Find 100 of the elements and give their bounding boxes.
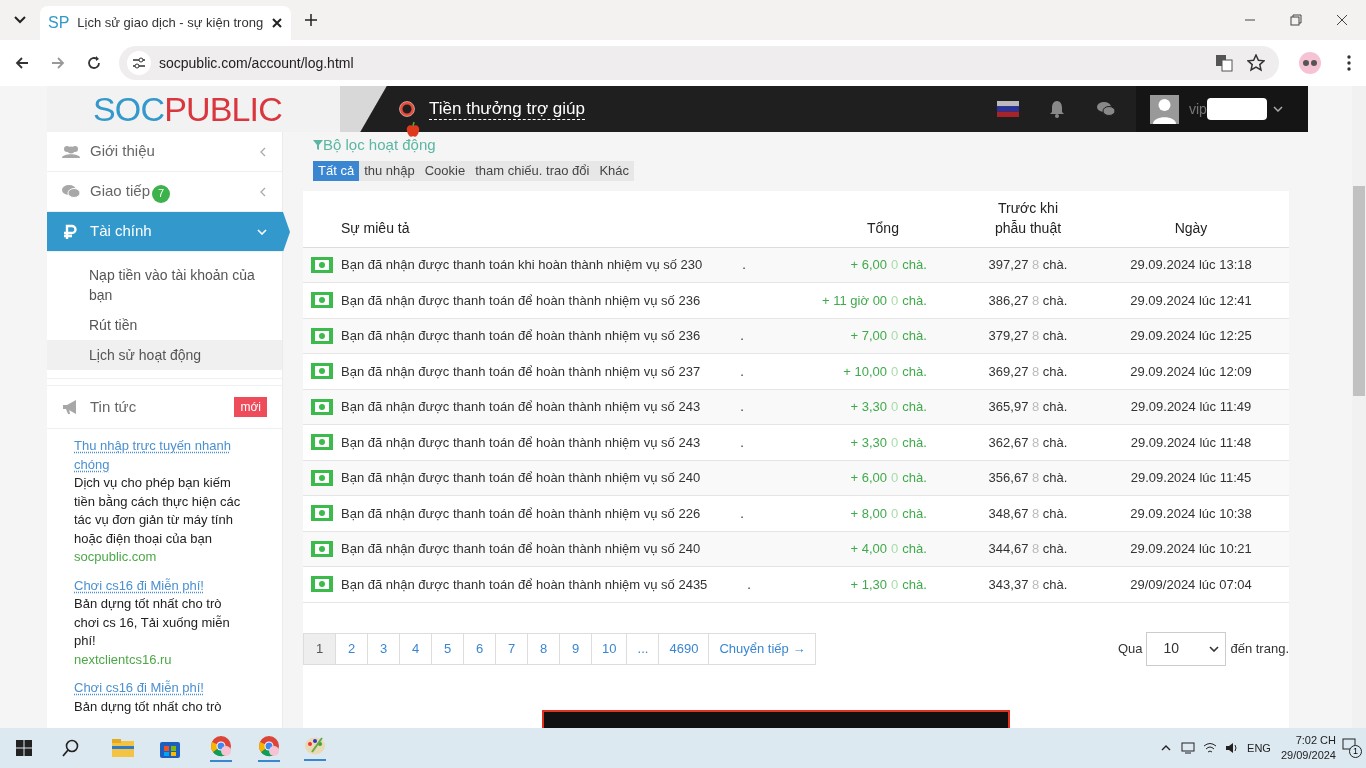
close-icon[interactable] (271, 17, 284, 29)
profile-icon[interactable] (1299, 52, 1321, 74)
table-cell-text: + 6,00 0 chà. (849, 469, 927, 487)
search-icon[interactable] (62, 739, 80, 757)
folder-icon[interactable] (112, 739, 134, 757)
table-cell-text: + 10,00 0 chà. (842, 362, 927, 381)
column-header: Trước khi phẫu thuật (993, 198, 1063, 238)
ad-link[interactable]: Thu nhập trực tuyến nhanh chóng (74, 437, 246, 474)
table-cell-text: + 1,30 0 chà. (849, 575, 927, 594)
windows-start-icon[interactable] (16, 740, 32, 756)
browser-icon[interactable] (258, 734, 280, 762)
star-icon[interactable] (1247, 54, 1265, 72)
clock[interactable]: 7:02 CH 29/09/2024 (1280, 733, 1336, 763)
table-cell-text: Bạn đã nhận được thanh toán để hoàn thành nhiệm vụ số 243 (341, 433, 701, 452)
address-bar[interactable]: socpublic.com/account/log.html (119, 46, 1279, 80)
table-cell-text: Bạn đã nhận được thanh toán để hoàn thành nhiệm vụ số 2435 (341, 575, 708, 594)
filter-tab[interactable]: Tất cả (313, 160, 360, 181)
close-icon[interactable] (1336, 14, 1348, 26)
language-indicator[interactable]: ENG (1247, 739, 1271, 757)
url-text: socpublic.com/account/log.html (159, 53, 354, 73)
translate-icon[interactable] (1215, 54, 1233, 72)
table-cell-text: + 4,00 0 chà. (849, 540, 927, 558)
table-cell-text: Bạn đã nhận được thanh toán để hoàn thành nhiệm vụ số 240 (341, 540, 701, 558)
lifebuoy-icon (399, 101, 415, 117)
table-cell-text: . (740, 504, 744, 523)
help-link[interactable]: Tiền thưởng trợ giúp (429, 97, 585, 121)
table-cell: 343,37 8 chà. (988, 576, 1068, 592)
wifi-icon[interactable] (1203, 742, 1218, 754)
user-menu[interactable]: vip (1136, 86, 1308, 132)
flag-icon[interactable] (997, 101, 1019, 117)
more-menu-icon[interactable] (1347, 55, 1351, 71)
tab-list-icon[interactable] (14, 16, 26, 24)
avatar-silhouette-icon (1150, 94, 1179, 124)
ad-text: Dịch vụ cho phép bạn kiếm tiền bằng cách thực hiện các tác vụ đơn giản từ máy tính hoặc điện thoại của bạn (74, 474, 242, 548)
money-icon (311, 505, 333, 522)
money-icon (311, 327, 333, 344)
bell-icon[interactable] (1049, 100, 1065, 118)
tab-favicon: SP (48, 15, 70, 31)
new-tab-icon[interactable] (305, 14, 318, 26)
table-cell: 29.09.2024 lúc 12:41 (1130, 292, 1252, 308)
restore-icon[interactable] (1290, 14, 1302, 26)
speaker-icon[interactable] (1225, 742, 1240, 754)
table-cell-text: + 3,30 0 chà. (849, 398, 927, 416)
chevron-down-icon (1209, 645, 1220, 652)
table-cell-text: . (742, 256, 746, 274)
chevron-left-icon (260, 186, 266, 197)
filter-icon (313, 140, 323, 151)
browser-icon[interactable] (210, 734, 232, 762)
table-cell-text: Bạn đã nhận được thanh toán để hoàn thành nhiệm vụ số 236 (341, 291, 701, 310)
scrollbar[interactable] (1352, 86, 1366, 728)
site-logo[interactable]: SOCPUBLIC (93, 92, 282, 126)
notification-button[interactable]: 1 (1342, 738, 1362, 758)
new-badge: mới (234, 397, 267, 417)
chevron-down-icon (1272, 106, 1283, 112)
network-icon[interactable] (1181, 742, 1196, 754)
sidebar-item[interactable]: Tin tức mới (47, 385, 282, 429)
money-icon (311, 469, 333, 486)
filter-title[interactable]: Bộ lọc hoạt động (313, 134, 1289, 157)
reload-icon[interactable] (87, 56, 101, 70)
table-cell-text: . (747, 575, 751, 594)
submenu-item[interactable]: Lịch sử hoạt động (47, 340, 282, 370)
filter-tab[interactable]: Khác (594, 160, 635, 181)
money-icon (311, 292, 333, 309)
per-page-select[interactable]: 10 (1146, 631, 1227, 666)
table-cell-text: Bạn đã nhận được thanh toán khi hoàn thành nhiệm vụ số 230 (341, 256, 703, 274)
chat-icon[interactable] (1097, 101, 1115, 117)
table-cell-text: + 8,00 0 chà. (849, 504, 927, 523)
users-icon (62, 143, 80, 160)
filter-tab[interactable]: Cookie (419, 160, 471, 181)
filter-tab[interactable]: thu nhập (359, 160, 420, 181)
paint-palette-icon[interactable] (304, 735, 326, 761)
sidebar-item[interactable]: Tài chính (47, 212, 290, 252)
sidebar-item[interactable]: Giới thiệu (47, 132, 282, 172)
table-cell-text: Bạn đã nhận được thanh toán để hoàn thành nhiệm vụ số 240 (341, 469, 701, 487)
money-icon (311, 398, 333, 415)
per-page-label: Qua (1117, 639, 1143, 658)
redaction-mark (1206, 98, 1267, 120)
page-link[interactable]: 1 (304, 633, 336, 664)
table-cell: 386,27 8 chà. (988, 292, 1068, 308)
table-cell: 29.09.2024 lúc 12:09 (1130, 363, 1252, 379)
table-cell: 29.09.2024 lúc 10:38 (1130, 505, 1252, 521)
ad-link[interactable]: Chơi cs16 đi Miễn phí! (74, 576, 246, 595)
submenu-item[interactable]: Rút tiền (47, 310, 282, 340)
table-cell-text: + 6,00 0 chà. (849, 256, 927, 274)
ad-link[interactable]: Chơi cs16 đi Miễn phí! (74, 679, 246, 698)
column-header: Tổng (866, 218, 900, 238)
username: vip (1189, 99, 1207, 119)
chevron-up-icon[interactable] (1161, 745, 1172, 751)
money-icon (311, 256, 333, 273)
tab-title: Lịch sử giao dịch - sự kiện trong (77, 14, 264, 33)
forward-icon[interactable] (51, 56, 65, 70)
count-badge: 7 (152, 184, 171, 203)
back-icon[interactable] (15, 56, 29, 70)
submenu-item[interactable]: Nạp tiền vào tài khoản của bạn (47, 260, 282, 310)
table-cell-text: Bạn đã nhận được thanh toán để hoàn thành nhiệm vụ số 236 (341, 327, 701, 345)
filter-tab[interactable]: tham chiếu. trao đổi (470, 160, 595, 181)
table-cell-text: Bạn đã nhận được thanh toán để hoàn thành nhiệm vụ số 243 (341, 398, 701, 416)
site-settings-icon[interactable] (127, 51, 151, 75)
browser-tab[interactable]: SP Lịch sử giao dịch - sự kiện trong (40, 6, 292, 40)
table-cell: 397,27 8 chà. (988, 257, 1068, 272)
